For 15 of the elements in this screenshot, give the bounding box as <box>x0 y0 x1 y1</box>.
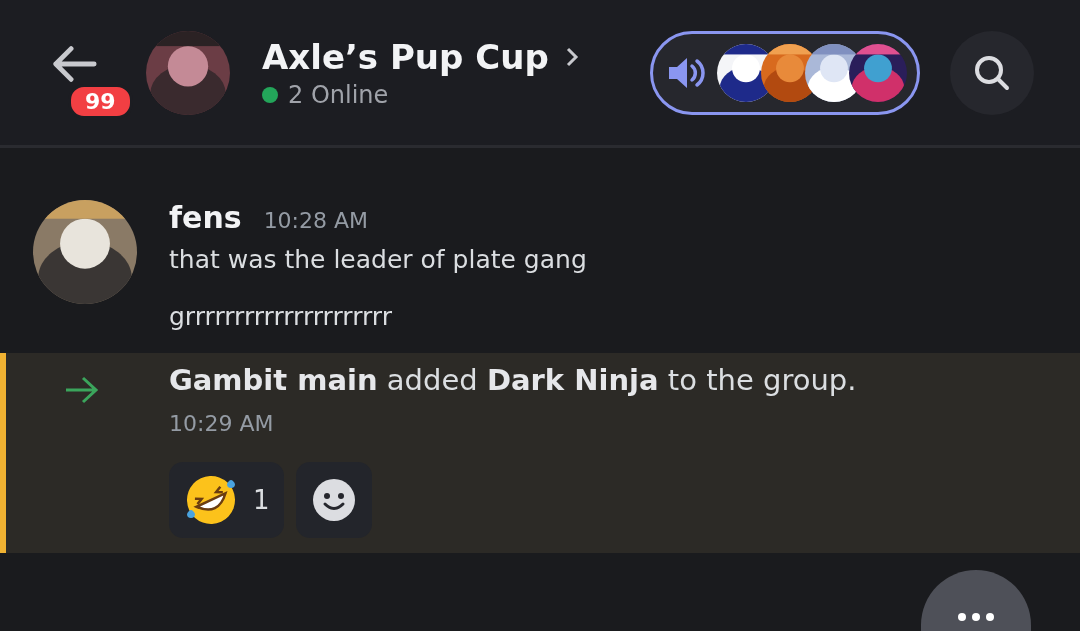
author-name[interactable]: fens <box>169 200 242 235</box>
back-arrow-icon <box>50 45 98 82</box>
timestamp: 10:29 AM <box>169 411 275 436</box>
more-icon <box>956 612 996 622</box>
message-text: grrrrrrrrrrrrrrrrrrrrr <box>169 302 393 331</box>
online-count: 2 Online <box>288 80 389 109</box>
arrow-icon <box>64 375 100 405</box>
chevron-icon <box>564 45 579 68</box>
reaction-button[interactable]: 1 <box>169 462 284 538</box>
add-reaction-button[interactable] <box>295 462 372 538</box>
smiley-icon <box>310 477 357 523</box>
message-text: that was the leader of plate gang <box>169 245 587 274</box>
system-message: Gambit main added Dark Ninja to the group. <box>169 363 857 397</box>
channel-title[interactable]: Axle’s Pup Cup <box>262 36 549 77</box>
timestamp: 10:28 AM <box>263 208 369 233</box>
